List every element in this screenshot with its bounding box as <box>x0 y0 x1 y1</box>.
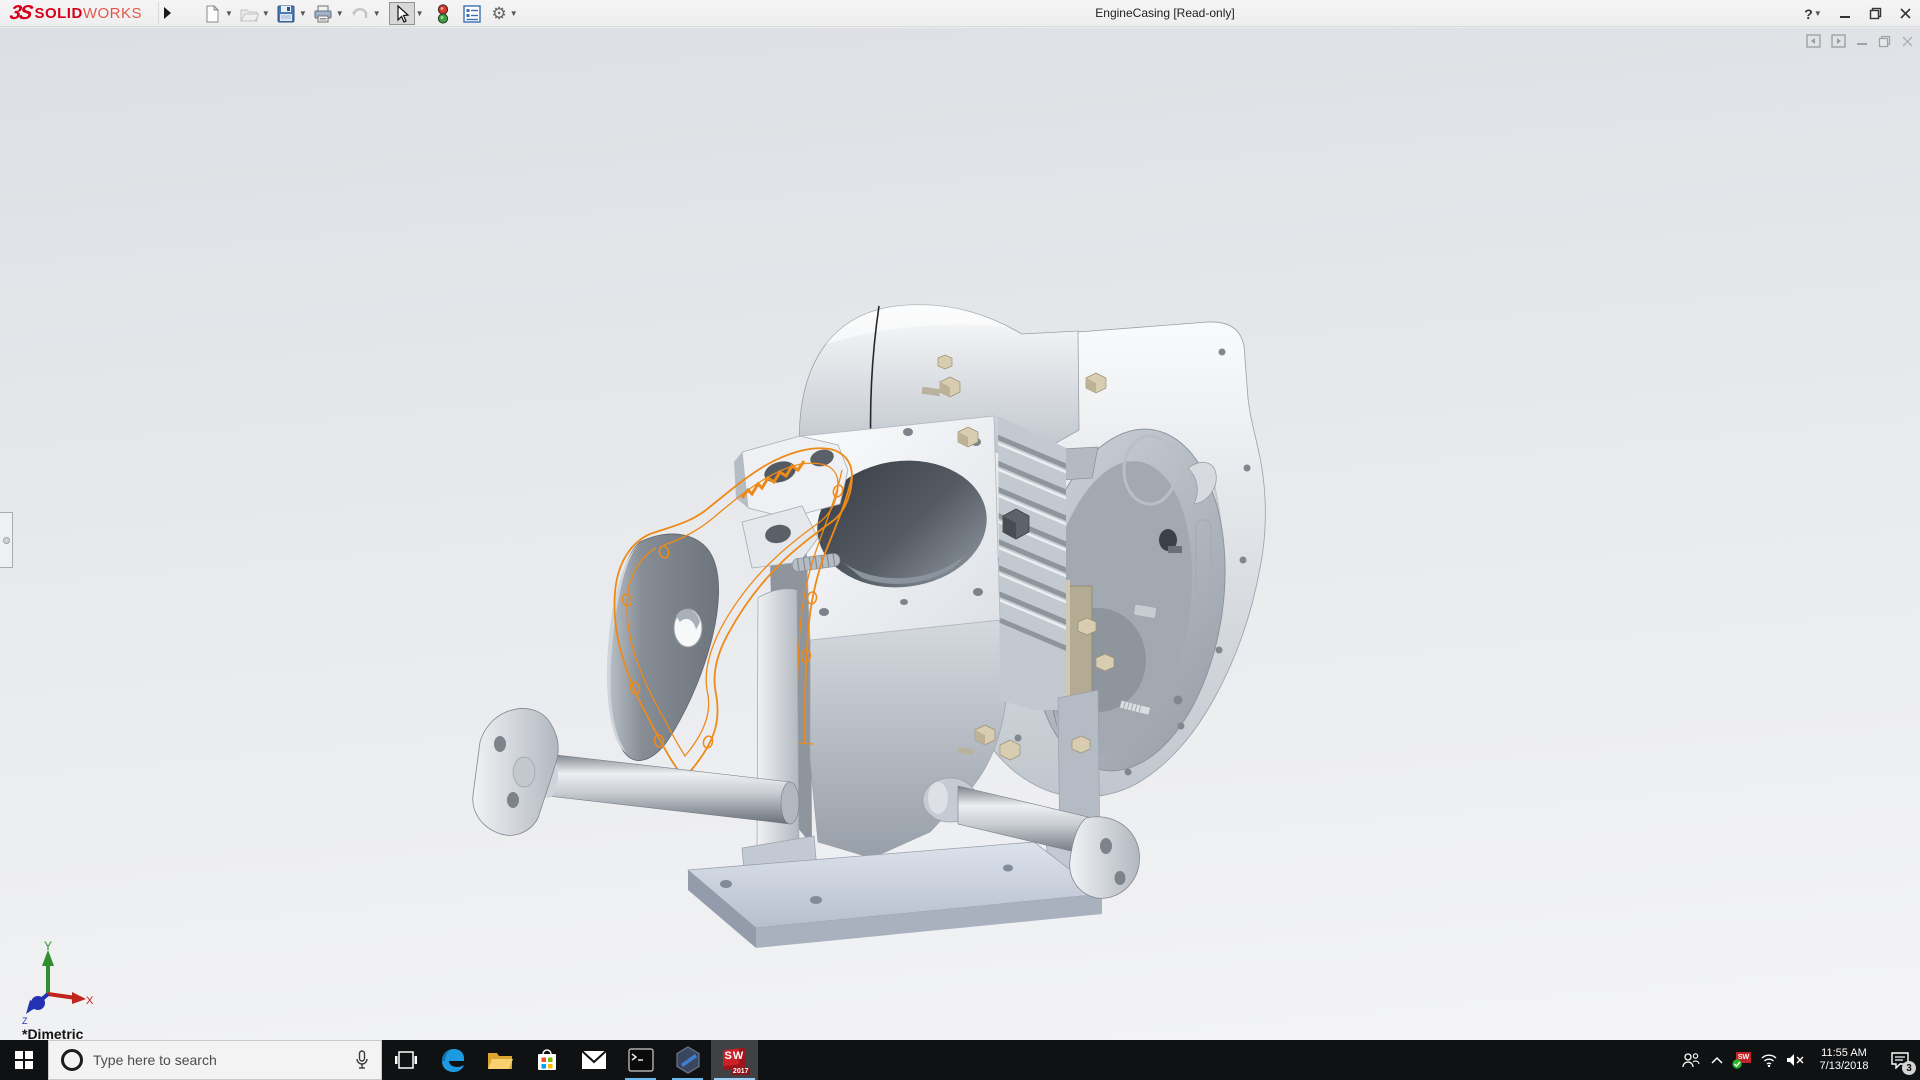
quick-access-toolbar: ▼ ▼ ▼ ▼ ▼ ▼ ⚙ ▼ <box>200 1 522 26</box>
open-caret-icon[interactable]: ▼ <box>262 9 270 18</box>
select-arrow-icon <box>397 4 410 23</box>
triad-x-label: X <box>86 995 94 1007</box>
save-button[interactable] <box>274 2 298 26</box>
edge-browser-button[interactable] <box>429 1040 476 1080</box>
menu-flyout-button[interactable] <box>158 2 176 24</box>
speaker-muted-icon <box>1787 1054 1804 1066</box>
clock-date: 7/13/2018 <box>1819 1060 1869 1072</box>
network-button[interactable] <box>1756 1040 1782 1080</box>
save-caret-icon[interactable]: ▼ <box>299 9 307 18</box>
doc-minimize-icon[interactable] <box>1856 35 1868 47</box>
doc-restore-icon[interactable] <box>1878 35 1891 48</box>
restore-icon <box>1869 7 1881 20</box>
logo-text-works: WORKS <box>82 5 142 22</box>
command-prompt-icon <box>627 1048 654 1072</box>
restore-button[interactable] <box>1860 0 1890 27</box>
windows-taskbar: Type here to search SW 2017 SW 11:55 AM … <box>0 1040 1920 1080</box>
settings-button[interactable]: ⚙ <box>490 2 509 26</box>
open-folder-icon <box>240 9 259 21</box>
taskbar-clock[interactable]: 11:55 AM 7/13/2018 <box>1808 1047 1880 1073</box>
hexagon-app-icon <box>675 1046 700 1074</box>
open-document-button[interactable] <box>237 2 261 26</box>
feature-tree-collapsed-tab[interactable] <box>0 512 13 568</box>
command-prompt-button[interactable] <box>617 1040 664 1080</box>
logo-text-solid: SOLID <box>34 5 83 22</box>
volume-button[interactable] <box>1782 1040 1808 1080</box>
green-check-icon <box>1732 1059 1742 1069</box>
collapse-panel-left-icon[interactable] <box>1806 34 1821 48</box>
start-button[interactable] <box>0 1040 48 1080</box>
graphics-viewport[interactable]: Y X Z *Dimetric <box>0 28 1920 1042</box>
orientation-triad: Y X Z <box>22 939 94 1026</box>
close-icon <box>1899 8 1911 19</box>
solidworks-monitor-tray[interactable]: SW <box>1730 1040 1756 1080</box>
people-icon <box>1682 1053 1700 1068</box>
close-button[interactable] <box>1890 0 1920 27</box>
windows-logo-icon <box>15 1051 33 1069</box>
show-hidden-icons-button[interactable] <box>1704 1040 1730 1080</box>
undo-arrow-icon <box>351 7 367 18</box>
options-list-icon <box>462 4 481 23</box>
flyout-arrow-icon <box>164 7 171 19</box>
print-icon <box>314 5 332 22</box>
undo-caret-icon[interactable]: ▼ <box>373 9 381 18</box>
side-cover-plate[interactable] <box>606 533 719 761</box>
undo-button[interactable] <box>348 2 372 26</box>
system-tray: SW 11:55 AM 7/13/2018 3 <box>1678 1040 1920 1080</box>
expand-panel-right-icon[interactable] <box>1831 34 1846 48</box>
mail-button[interactable] <box>570 1040 617 1080</box>
solidworks-logo-mark-icon: 3S <box>7 2 33 24</box>
help-caret-icon: ▼ <box>1813 9 1822 18</box>
doc-close-icon[interactable] <box>1901 35 1914 48</box>
task-view-button[interactable] <box>382 1040 429 1080</box>
mail-icon <box>580 1050 607 1069</box>
chevron-up-icon <box>1711 1056 1723 1064</box>
file-explorer-button[interactable] <box>476 1040 523 1080</box>
solidworks-app-icon: SW 2017 <box>722 1047 750 1075</box>
document-window-controls <box>1806 34 1914 48</box>
clock-time: 11:55 AM <box>1821 1047 1867 1059</box>
rebuild-button[interactable] <box>434 2 452 26</box>
cortana-icon <box>61 1049 83 1071</box>
minimize-icon <box>1840 15 1850 18</box>
action-center-button[interactable]: 3 <box>1880 1040 1920 1080</box>
solidworks-logo: 3S SOLIDWORKS <box>7 2 142 25</box>
document-title: EngineCasing [Read-only] <box>1095 6 1235 20</box>
solidworks-taskbar-button[interactable]: SW 2017 <box>711 1040 758 1080</box>
new-caret-icon[interactable]: ▼ <box>225 9 233 18</box>
tab-grip-icon <box>3 537 10 544</box>
minimize-button[interactable] <box>1830 0 1860 27</box>
traffic-light-icon <box>437 3 448 24</box>
window-controls: ? ▼ <box>1800 0 1920 27</box>
title-bar: 3S SOLIDWORKS ▼ ▼ ▼ ▼ ▼ ▼ ⚙ ▼ EngineCasi… <box>0 0 1920 27</box>
help-button[interactable]: ? ▼ <box>1800 0 1830 27</box>
store-icon <box>537 1049 556 1070</box>
settings-caret-icon[interactable]: ▼ <box>510 9 518 18</box>
edge-icon <box>441 1049 464 1072</box>
properties-button[interactable] <box>460 2 484 26</box>
triad-z-label: Z <box>22 1016 28 1026</box>
microphone-icon[interactable] <box>355 1050 369 1070</box>
gear-icon: ⚙ <box>491 3 507 23</box>
save-floppy-icon <box>277 5 295 22</box>
store-button[interactable] <box>523 1040 570 1080</box>
new-document-icon <box>206 4 220 22</box>
print-button[interactable] <box>311 2 335 26</box>
task-view-icon <box>394 1051 417 1069</box>
people-button[interactable] <box>1678 1040 1704 1080</box>
edrawings-button[interactable] <box>664 1040 711 1080</box>
select-tool-button[interactable] <box>388 2 415 25</box>
print-caret-icon[interactable]: ▼ <box>336 9 344 18</box>
new-document-button[interactable] <box>200 2 224 26</box>
search-placeholder: Type here to search <box>93 1052 217 1068</box>
engine-casing-model[interactable] <box>440 270 1290 960</box>
select-caret-icon[interactable]: ▼ <box>416 9 424 18</box>
solidworks-logo-text: SOLIDWORKS <box>34 5 142 22</box>
folder-icon <box>487 1053 513 1069</box>
taskbar-search-box[interactable]: Type here to search <box>48 1040 382 1080</box>
wifi-icon <box>1761 1054 1777 1067</box>
notification-badge: 3 <box>1902 1061 1916 1075</box>
